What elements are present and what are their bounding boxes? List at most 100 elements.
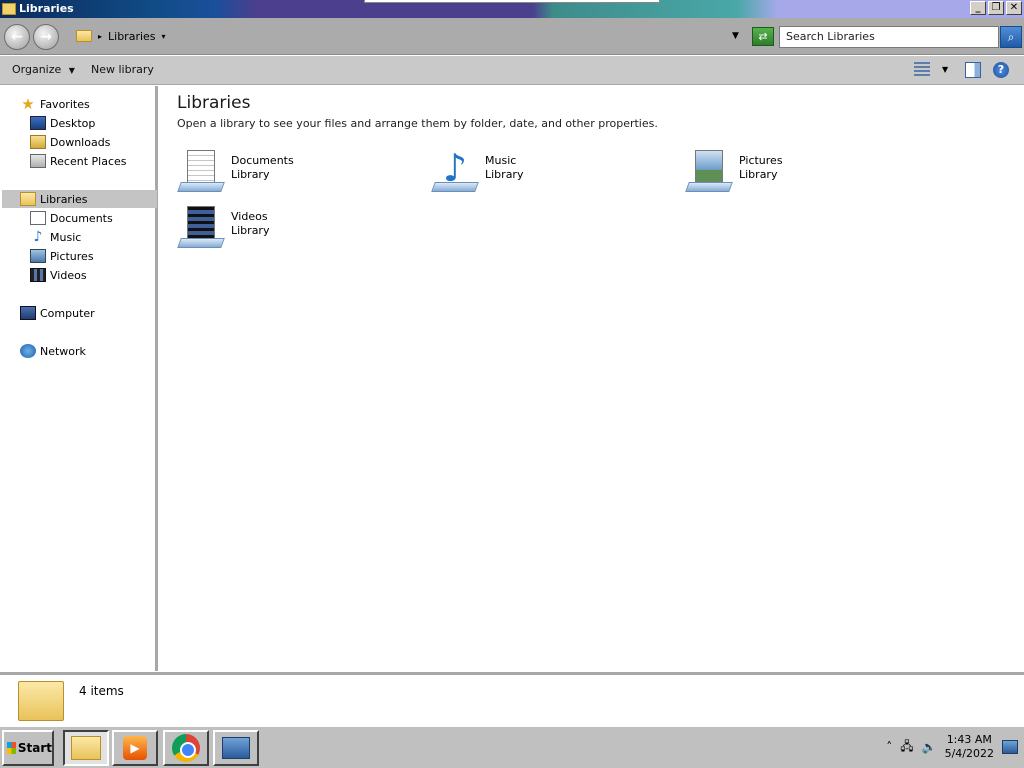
media-player-icon: ▶ [123,736,147,760]
window-title: Libraries [2,2,74,15]
minimize-button[interactable]: _ [970,1,986,15]
breadcrumb-dropdown-icon[interactable]: ▾ [162,32,166,41]
libraries-icon [20,192,36,206]
library-videos[interactable]: Videos Library [177,202,269,250]
library-type: Library [231,168,270,181]
recent-places-icon [30,154,46,168]
nav-computer[interactable]: Computer [20,304,95,322]
system-tray: ˄ 🖧 🔈 1:43 AM 5/4/2022 [886,733,1018,761]
nav-desktop[interactable]: Desktop [30,114,95,132]
back-button[interactable]: ← [4,24,30,50]
windows-logo-icon [7,742,16,754]
downloads-icon [30,135,46,149]
library-type: Library [231,224,270,237]
library-type: Library [485,168,524,181]
nav-music[interactable]: ♪ Music [30,228,82,246]
network-icon [20,344,36,358]
nav-music-label: Music [50,230,82,244]
start-button[interactable]: Start [2,730,54,766]
organize-dropdown-icon: ▼ [68,66,75,75]
nav-downloads[interactable]: Downloads [30,133,110,151]
show-desktop-icon[interactable] [1002,740,1018,754]
address-field[interactable]: ▸ Libraries ▾ [70,25,746,47]
preview-pane-icon[interactable] [965,62,981,78]
music-note-icon: ♪ [33,229,43,245]
nav-favorites[interactable]: ★ Favorites [20,95,90,113]
folder-icon [76,30,92,42]
library-documents[interactable]: Documents Library [177,146,294,194]
library-name: Videos [231,210,268,223]
remote-desktop-icon [222,737,250,759]
music-library-icon: ♪ [431,146,479,194]
taskbar: Start ▶ ˄ 🖧 🔈 1:43 AM 5/4/2022 [0,725,1024,768]
page-title: Libraries [177,93,251,113]
taskbar-media-player[interactable]: ▶ [112,730,158,766]
item-count: 4 items [79,684,124,698]
breadcrumb-libraries[interactable]: Libraries [108,30,156,43]
chrome-icon [172,734,200,762]
clock[interactable]: 1:43 AM 5/4/2022 [945,733,994,761]
videos-icon [30,268,46,282]
libraries-folder-icon [18,681,64,721]
organize-button[interactable]: Organize ▼ [12,63,75,76]
nav-pictures[interactable]: Pictures [30,247,94,265]
close-button[interactable]: ✕ [1006,1,1022,15]
network-status-icon[interactable]: 🖧 [900,737,913,758]
address-bar: ← → ▸ Libraries ▾ ▼ ⇄ Search Libraries ⌕ [0,18,1024,55]
library-name: Pictures [739,154,783,167]
window-title-text: Libraries [19,2,74,15]
libraries-icon [2,2,16,15]
organize-label: Organize [12,63,62,76]
change-view-icon[interactable] [914,62,930,78]
forward-button[interactable]: → [33,24,59,50]
pictures-icon [30,249,46,263]
search-input[interactable]: Search Libraries [779,26,999,48]
documents-icon [30,211,46,225]
view-options-dropdown-icon[interactable]: ▼ [942,65,948,81]
search-button[interactable]: ⌕ [1000,26,1022,48]
nav-pictures-label: Pictures [50,249,94,263]
pictures-library-icon [685,146,733,194]
taskbar-explorer[interactable] [63,730,109,766]
help-icon[interactable]: ? [993,62,1009,78]
breadcrumb-chevron-icon[interactable]: ▸ [98,32,102,41]
clock-time: 1:43 AM [946,733,992,746]
documents-library-icon [177,146,225,194]
taskbar-chrome[interactable] [163,730,209,766]
desktop-icon [30,116,46,130]
taskbar-remote-desktop[interactable] [213,730,259,766]
library-pictures[interactable]: Pictures Library [685,146,783,194]
clock-date: 5/4/2022 [944,747,994,760]
star-icon: ★ [21,95,35,113]
library-name: Music [485,154,517,167]
computer-icon [20,306,36,320]
maximize-button[interactable]: ❐ [988,1,1004,15]
title-bar-notch [364,0,660,3]
refresh-button[interactable]: ⇄ [752,27,774,46]
nav-network[interactable]: Network [20,342,86,360]
nav-computer-label: Computer [40,306,95,320]
nav-libraries[interactable]: Libraries [2,190,157,208]
nav-documents[interactable]: Documents [30,209,113,227]
address-history-dropdown-icon[interactable]: ▼ [732,31,739,41]
new-library-button[interactable]: New library [91,63,154,76]
library-type: Library [739,168,778,181]
window-controls: _ ❐ ✕ [970,1,1022,15]
page-subtitle: Open a library to see your files and arr… [177,117,658,130]
title-bar: Libraries _ ❐ ✕ [0,0,1024,18]
show-hidden-icons-icon[interactable]: ˄ [886,740,892,754]
navigation-pane: ★ Favorites Desktop Downloads Recent Pla… [0,86,158,671]
content-area: Libraries Open a library to see your fil… [161,86,1024,671]
library-music[interactable]: ♪ Music Library [431,146,523,194]
videos-library-icon [177,202,225,250]
nav-desktop-label: Desktop [50,116,96,130]
nav-favorites-label: Favorites [40,97,90,111]
start-label: Start [17,741,52,755]
volume-icon[interactable]: 🔈 [922,740,937,754]
library-name: Documents [231,154,294,167]
nav-documents-label: Documents [50,211,113,225]
nav-videos-label: Videos [50,268,87,282]
nav-recent-places[interactable]: Recent Places [30,152,127,170]
nav-videos[interactable]: Videos [30,266,87,284]
details-pane: 4 items [0,672,1024,724]
